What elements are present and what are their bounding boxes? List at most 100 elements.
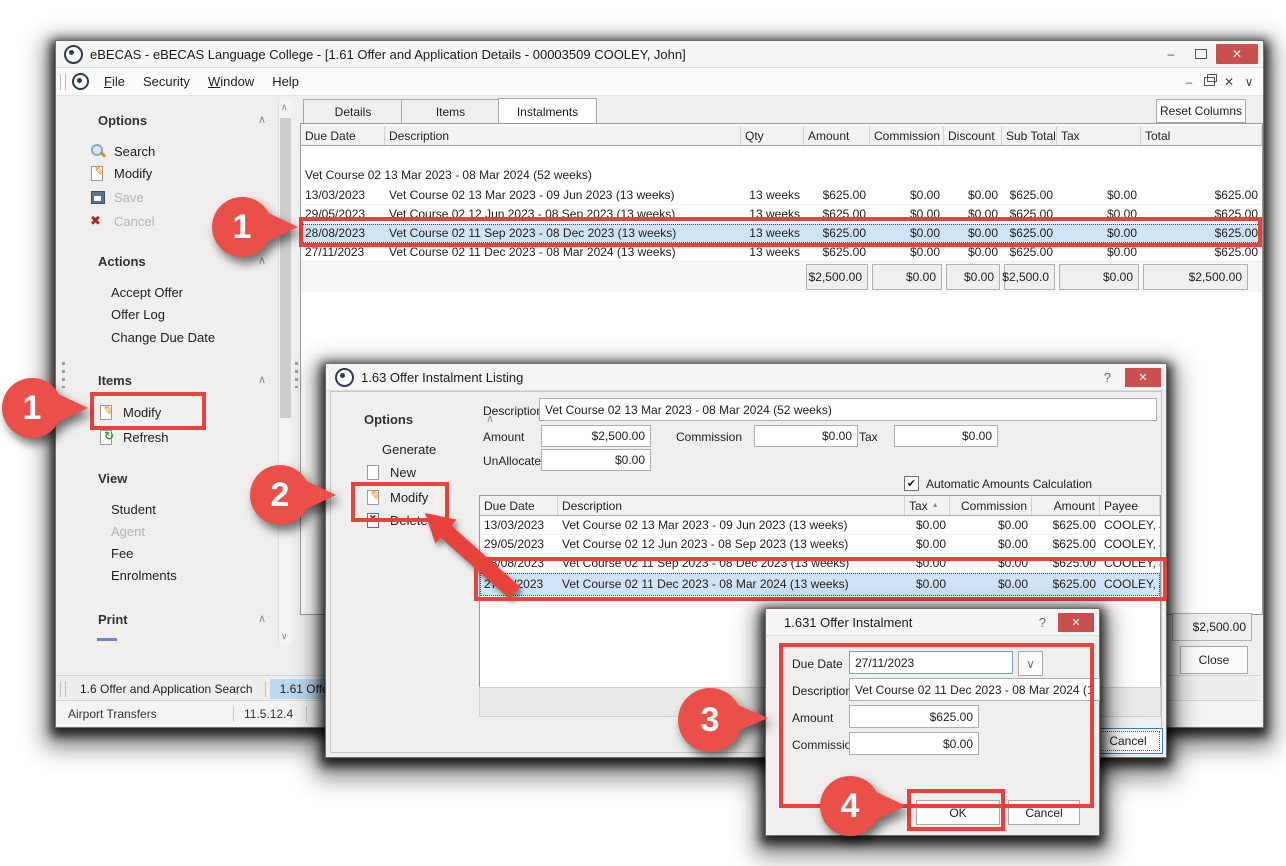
collapse-chevron-icon[interactable]: ∧: [258, 254, 266, 269]
table-row[interactable]: 28/08/2023Vet Course 02 11 Sep 2023 - 08…: [480, 554, 1160, 573]
column-header-qty[interactable]: Qty: [741, 126, 804, 145]
amount-field[interactable]: $625.00: [849, 705, 979, 728]
table-row[interactable]: 13/03/2023Vet Course 02 13 Mar 2023 - 09…: [301, 186, 1262, 205]
mdi-restore-button[interactable]: [1199, 72, 1219, 92]
sidebar-item-student[interactable]: Student: [111, 502, 156, 517]
collapse-chevron-icon[interactable]: ∧: [258, 471, 266, 486]
tab-details[interactable]: Details: [303, 99, 403, 124]
grand-total-box: $2,500.00: [1172, 613, 1252, 641]
dialog-offer-instalment: 1.631 Offer Instalment ? ✕ Due Date 27/1…: [765, 608, 1100, 836]
scrollbar-thumb[interactable]: [280, 118, 291, 418]
menu-file[interactable]: File: [95, 71, 134, 92]
column-header-commission[interactable]: Commission: [870, 126, 944, 145]
sidebar-section-actions: Actions: [98, 254, 146, 269]
maximize-button[interactable]: [1186, 44, 1216, 64]
column-header-commission[interactable]: Commission: [950, 496, 1032, 515]
description-label: Description: [792, 684, 852, 698]
reset-columns-button[interactable]: Reset Columns: [1156, 99, 1246, 123]
sidebar-item-cancel[interactable]: ✖ Cancel: [90, 213, 154, 229]
close-button[interactable]: ✕: [1216, 44, 1258, 64]
splitter-handle[interactable]: [62, 362, 65, 388]
modify-icon: [90, 165, 106, 181]
cancel-button-1631[interactable]: Cancel: [1008, 800, 1080, 825]
due-date-combo[interactable]: 27/11/2023: [849, 651, 1013, 674]
sidebar-item-items-modify[interactable]: Modify: [99, 404, 161, 420]
column-header-description[interactable]: Description: [385, 126, 741, 145]
sidebar-item-enrolments[interactable]: Enrolments: [111, 568, 177, 583]
table-row[interactable]: 29/05/2023Vet Course 02 12 Jun 2023 - 08…: [301, 205, 1262, 224]
scroll-down-icon[interactable]: ∨: [281, 631, 288, 642]
close-button-main[interactable]: Close: [1180, 646, 1248, 674]
sidebar-item-accept-offer[interactable]: Accept Offer: [111, 285, 183, 300]
commission-field[interactable]: $0.00: [754, 425, 858, 447]
tab-items[interactable]: Items: [401, 99, 500, 124]
unallocated-field[interactable]: $0.00: [541, 449, 651, 471]
sidebar-item-offer-log[interactable]: Offer Log: [111, 307, 165, 322]
column-header-tax[interactable]: Tax: [1057, 126, 1141, 145]
refresh-icon: [99, 429, 115, 445]
dialog163-item-generate[interactable]: Generate: [382, 442, 436, 457]
menu-help[interactable]: Help: [263, 71, 308, 92]
column-header-due-date[interactable]: Due Date: [301, 126, 385, 145]
sidebar-item-agent[interactable]: Agent: [111, 524, 145, 539]
column-header-total[interactable]: Total: [1141, 126, 1262, 145]
table-row[interactable]: 27/11/2023Vet Course 02 11 Dec 2023 - 08…: [301, 243, 1262, 262]
ok-button[interactable]: OK: [916, 800, 1000, 825]
sidebar-item-change-due-date[interactable]: Change Due Date: [111, 330, 215, 345]
sidebar-item-refresh[interactable]: Refresh: [99, 429, 169, 445]
tab-instalments[interactable]: Instalments: [498, 98, 597, 124]
dialog163-titlebar: 1.63 Offer Instalment Listing ? ✕: [326, 364, 1166, 391]
column-header-subtotal[interactable]: Sub Total: [1002, 126, 1057, 145]
splitter-handle[interactable]: [295, 362, 298, 388]
tax-field[interactable]: $0.00: [894, 425, 998, 447]
sidebar-section-items: Items: [98, 373, 132, 388]
collapse-chevron-icon[interactable]: ∧: [258, 373, 266, 388]
sidebar-item-save[interactable]: Save: [90, 189, 144, 205]
mdi-close-button[interactable]: ✕: [1219, 72, 1239, 92]
mdi-menu-chevron[interactable]: ∨: [1239, 72, 1259, 92]
help-button[interactable]: ?: [1039, 615, 1046, 630]
description-label: Description: [483, 404, 543, 418]
status-module: Airport Transfers: [56, 707, 233, 721]
window-title: eBECAS - eBECAS Language College - [1.61…: [90, 47, 686, 62]
amount-field[interactable]: $2,500.00: [541, 425, 651, 447]
dialog-close-button[interactable]: ✕: [1125, 368, 1161, 387]
column-header-amount[interactable]: Amount: [1032, 496, 1100, 515]
column-header-amount[interactable]: Amount: [804, 126, 870, 145]
table-row-selected[interactable]: 28/08/2023Vet Course 02 11 Sep 2023 - 08…: [301, 224, 1262, 243]
commission-field[interactable]: $0.00: [849, 732, 979, 755]
due-date-dropdown-button[interactable]: ∨: [1018, 651, 1043, 676]
table-row-selected[interactable]: 27/11/2023Vet Course 02 11 Dec 2023 - 08…: [480, 573, 1160, 596]
mdi-minimize-button[interactable]: –: [1179, 72, 1199, 92]
column-header-tax[interactable]: Tax▲: [905, 496, 950, 515]
collapse-chevron-icon[interactable]: ∧: [258, 612, 266, 627]
auto-calc-checkbox[interactable]: ✔: [904, 476, 919, 491]
table-row[interactable]: 29/05/2023Vet Course 02 12 Jun 2023 - 08…: [480, 535, 1160, 554]
sidebar-item-fee[interactable]: Fee: [111, 546, 133, 561]
sidebar-item-search[interactable]: Search: [90, 143, 155, 159]
dialog163-item-new[interactable]: New: [366, 464, 416, 480]
menu-window[interactable]: Window: [199, 71, 263, 92]
dialog-close-button[interactable]: ✕: [1058, 613, 1094, 632]
scroll-up-icon[interactable]: ∧: [281, 102, 288, 113]
chevron-down-icon: ∨: [1026, 657, 1035, 671]
help-button[interactable]: ?: [1104, 370, 1111, 385]
task-tab-search[interactable]: 1.6 Offer and Application Search: [72, 679, 261, 699]
total-discount: $0.00: [946, 264, 1000, 290]
cancel-button-163[interactable]: Cancel: [1093, 728, 1163, 754]
column-header-discount[interactable]: Discount: [944, 126, 1002, 145]
description-field[interactable]: Vet Course 02 13 Mar 2023 - 08 Mar 2024 …: [539, 398, 1157, 421]
column-header-payee[interactable]: Payee: [1100, 496, 1160, 515]
description-field[interactable]: Vet Course 02 11 Dec 2023 - 08 Mar 2024 …: [849, 678, 1100, 701]
table-row[interactable]: 13/03/2023Vet Course 02 13 Mar 2023 - 09…: [480, 516, 1160, 535]
menu-security[interactable]: Security: [134, 71, 199, 92]
column-header-description[interactable]: Description: [558, 496, 905, 515]
delete-icon: [366, 512, 382, 528]
app-icon: [64, 45, 83, 64]
sidebar-scrollbar[interactable]: ∧ ∨: [278, 100, 292, 645]
collapse-chevron-icon[interactable]: ∧: [258, 113, 266, 128]
sidebar-item-modify[interactable]: Modify: [90, 165, 152, 181]
minimize-button[interactable]: –: [1156, 44, 1186, 64]
dialog163-title: 1.63 Offer Instalment Listing: [361, 370, 523, 385]
mdi-child-icon: [72, 73, 89, 90]
